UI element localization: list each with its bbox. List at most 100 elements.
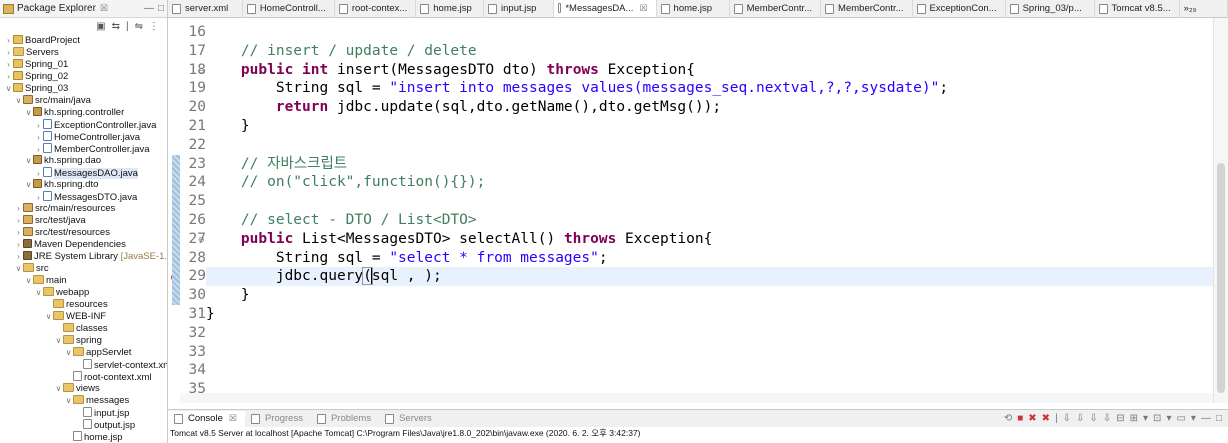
collapse-arrow-icon[interactable]: ∨ xyxy=(64,347,73,359)
tree-item[interactable]: ∨ views xyxy=(54,383,100,395)
tree-item[interactable]: › BoardProject xyxy=(4,35,80,47)
collapse-arrow-icon[interactable]: ∨ xyxy=(24,179,33,191)
tree-item[interactable]: › MessagesDTO.java xyxy=(34,191,137,203)
console-tab[interactable]: Servers xyxy=(379,413,440,424)
tree-item[interactable]: › HomeController.java xyxy=(34,131,140,143)
tree-item[interactable]: ∨ src/main/java xyxy=(14,95,91,107)
code-line[interactable]: } xyxy=(206,117,250,136)
tree-item[interactable]: ∨ Spring_03 xyxy=(4,83,68,95)
console-toolbar-icon[interactable]: | xyxy=(1055,413,1058,424)
console-tab[interactable]: Problems xyxy=(311,413,379,424)
tree-item[interactable]: classes xyxy=(54,323,108,335)
console-toolbar-icon[interactable]: — xyxy=(1201,413,1211,424)
editor-tab[interactable]: »₂₉ xyxy=(1180,0,1228,17)
horizontal-scrollbar[interactable] xyxy=(180,393,1213,403)
tree-item[interactable]: output.jsp xyxy=(74,419,135,431)
console-toolbar-icon[interactable]: ▾ xyxy=(1143,413,1148,424)
collapse-arrow-icon[interactable]: ∨ xyxy=(4,83,13,95)
editor-tab[interactable]: root-contex... xyxy=(335,0,417,17)
collapse-arrow-icon[interactable]: ∨ xyxy=(64,395,73,407)
code-line[interactable]: // select - DTO / List<DTO> xyxy=(206,211,477,230)
tree-item[interactable]: ∨ kh.spring.dto xyxy=(24,179,98,191)
code-line[interactable]: return jdbc.update(sql,dto.getName(),dto… xyxy=(206,98,721,117)
explorer-close-icon[interactable]: ☒ xyxy=(100,3,108,14)
console-toolbar-icon[interactable]: ⇩ xyxy=(1103,413,1111,424)
code-line[interactable]: String sql = "select * from messages"; xyxy=(206,249,608,268)
tree-item[interactable]: ∨ src xyxy=(14,263,49,275)
console-toolbar-icon[interactable]: ▭ xyxy=(1176,413,1185,424)
explorer-toolbar-icon[interactable]: ⇋ xyxy=(135,21,143,32)
console-toolbar-icon[interactable]: ⇩ xyxy=(1063,413,1071,424)
tree-item[interactable]: input.jsp xyxy=(74,407,129,419)
editor-tab[interactable]: HomeControll... xyxy=(243,0,335,17)
collapse-arrow-icon[interactable]: ∨ xyxy=(24,155,33,167)
expand-arrow-icon[interactable]: › xyxy=(4,47,13,59)
minimize-icon[interactable]: — xyxy=(144,3,154,14)
console-toolbar-icon[interactable]: ✖ xyxy=(1042,413,1050,424)
fold-toggle-icon[interactable]: ⊖ xyxy=(198,230,205,249)
collapse-arrow-icon[interactable]: ∨ xyxy=(14,263,23,275)
tree-item[interactable]: ∨ spring xyxy=(54,335,102,347)
console-tab[interactable]: Console ☒ xyxy=(168,410,245,427)
tree-item[interactable]: ∨ main xyxy=(24,275,67,287)
console-toolbar-icon[interactable]: ⇩ xyxy=(1089,413,1097,424)
tree-item[interactable]: › Maven Dependencies xyxy=(14,239,126,251)
editor-tab[interactable]: server.xml xyxy=(168,0,243,17)
tree-item[interactable]: › src/test/resources xyxy=(14,227,110,239)
console-toolbar-icon[interactable]: ⟲ xyxy=(1004,413,1012,424)
expand-arrow-icon[interactable]: › xyxy=(14,227,23,239)
editor-tab[interactable]: Spring_03/p... xyxy=(1006,0,1095,17)
fold-toggle-icon[interactable]: ⊖ xyxy=(198,61,205,80)
explorer-toolbar-icon[interactable]: | xyxy=(126,21,129,32)
maximize-icon[interactable]: □ xyxy=(158,3,164,14)
console-toolbar-icon[interactable]: ▾ xyxy=(1166,413,1171,424)
editor-tab[interactable]: input.jsp xyxy=(484,0,554,17)
tree-item[interactable]: › Servers xyxy=(4,47,59,59)
console-toolbar-icon[interactable]: ▾ xyxy=(1191,413,1196,424)
tree-item[interactable]: ∨ kh.spring.controller xyxy=(24,107,124,119)
collapse-arrow-icon[interactable]: ∨ xyxy=(34,287,43,299)
collapse-arrow-icon[interactable]: ∨ xyxy=(44,311,53,323)
editor-tab[interactable]: MemberContr... xyxy=(821,0,913,17)
tree-item[interactable]: › Spring_02 xyxy=(4,71,68,83)
collapse-arrow-icon[interactable]: ∨ xyxy=(14,95,23,107)
tree-item[interactable]: home.jsp xyxy=(64,431,123,443)
tree-item[interactable]: resources xyxy=(44,299,108,311)
expand-arrow-icon[interactable]: › xyxy=(14,239,23,251)
code-line[interactable]: // on("click",function(){}); xyxy=(206,173,485,192)
expand-arrow-icon[interactable]: › xyxy=(14,251,23,263)
console-toolbar-icon[interactable]: ✖ xyxy=(1028,413,1036,424)
explorer-toolbar-icon[interactable]: ▣ xyxy=(96,21,105,32)
collapse-arrow-icon[interactable]: ∨ xyxy=(24,107,33,119)
tree-item[interactable]: root-context.xml xyxy=(64,371,152,383)
console-toolbar-icon[interactable]: ⊟ xyxy=(1116,413,1124,424)
tree-item[interactable]: ∨ messages xyxy=(64,395,129,407)
code-line[interactable]: String sql = "insert into messages value… xyxy=(206,79,948,98)
expand-arrow-icon[interactable]: › xyxy=(4,59,13,71)
collapse-arrow-icon[interactable]: ∨ xyxy=(54,335,63,347)
code-line[interactable]: public List<MessagesDTO> selectAll() thr… xyxy=(206,230,712,249)
console-toolbar-icon[interactable]: ⊞ xyxy=(1130,413,1138,424)
editor-tab[interactable]: Tomcat v8.5... xyxy=(1095,0,1180,17)
explorer-toolbar-icon[interactable]: ⋮ xyxy=(149,21,159,32)
tree-item[interactable]: ∨ kh.spring.dao xyxy=(24,155,101,167)
collapse-arrow-icon[interactable]: ∨ xyxy=(54,383,63,395)
editor-tab[interactable]: home.jsp xyxy=(416,0,485,17)
console-toolbar-icon[interactable]: ⇩ xyxy=(1076,413,1084,424)
tab-close-icon[interactable]: ☒ xyxy=(229,413,237,424)
tree-item[interactable]: › ExceptionController.java xyxy=(34,119,156,131)
console-output[interactable] xyxy=(168,439,1228,443)
code-line[interactable]: // insert / update / delete xyxy=(206,42,477,61)
console-toolbar-icon[interactable]: ⊡ xyxy=(1153,413,1161,424)
expand-arrow-icon[interactable]: › xyxy=(4,71,13,83)
code-line[interactable]: } xyxy=(206,286,250,305)
scrollbar-thumb[interactable] xyxy=(1217,163,1225,393)
tree-item[interactable]: › JRE System Library [JavaSE-1.8] xyxy=(14,251,167,263)
code-line[interactable]: } xyxy=(206,305,215,324)
explorer-toolbar-icon[interactable]: ⇆ xyxy=(112,21,120,32)
code-line[interactable]: // 자바스크립트 xyxy=(206,155,347,174)
tree-item[interactable]: › src/main/resources xyxy=(14,203,115,215)
editor-tab[interactable]: MemberContr... xyxy=(730,0,822,17)
tab-close-icon[interactable]: ☒ xyxy=(639,3,647,14)
expand-arrow-icon[interactable]: › xyxy=(14,203,23,215)
